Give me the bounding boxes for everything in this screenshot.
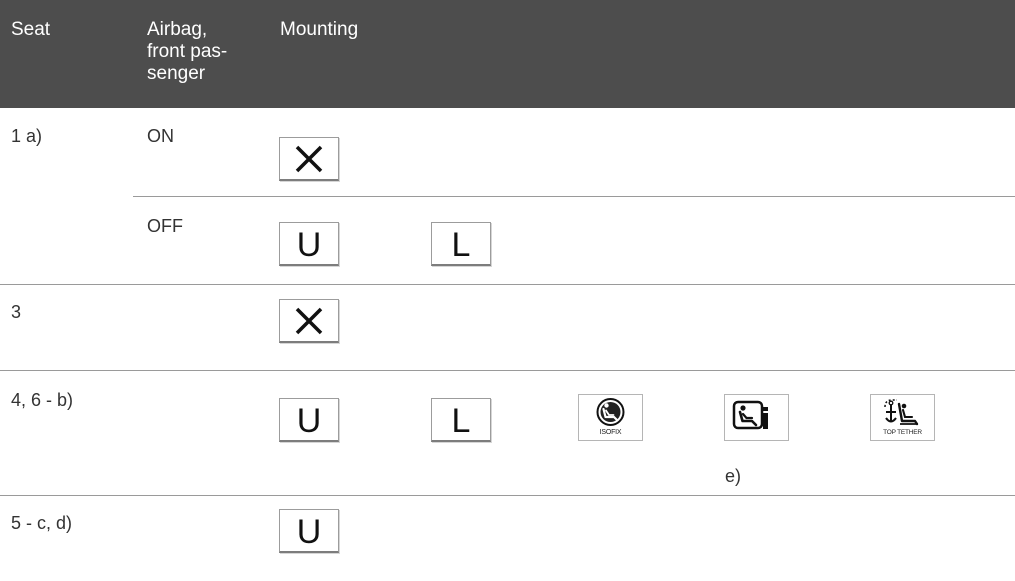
semi-universal-icon: L bbox=[431, 222, 491, 266]
header-seat: Seat bbox=[11, 19, 51, 40]
seat-cell: 5 - c, d) bbox=[11, 513, 73, 533]
semi-universal-letter: L bbox=[451, 226, 471, 264]
header-mounting: Mounting bbox=[280, 19, 359, 40]
seat-cell: 4, 6 - b) bbox=[11, 390, 74, 410]
row-divider bbox=[133, 196, 1015, 197]
header-airbag-line-1: Airbag, bbox=[147, 19, 208, 40]
isofix-icon: ISOFIX bbox=[578, 394, 643, 441]
airbag-cell: OFF bbox=[147, 216, 183, 236]
table-header: Seat Airbag, front pas- senger Mounting bbox=[0, 0, 1015, 108]
seat-cell: 1 a) bbox=[11, 126, 43, 146]
semi-universal-letter: L bbox=[451, 402, 471, 440]
i-size-icon bbox=[724, 394, 789, 441]
footnote-e: e) bbox=[725, 466, 742, 486]
universal-icon: U bbox=[279, 398, 339, 442]
row-divider bbox=[0, 370, 1015, 371]
universal-icon: U bbox=[279, 222, 339, 266]
header-airbag-line-3: senger bbox=[147, 63, 206, 84]
not-permitted-icon bbox=[279, 299, 339, 343]
top-tether-label: TOP TETHER bbox=[883, 429, 922, 436]
row-divider bbox=[0, 495, 1015, 496]
seat-cell: 3 bbox=[11, 302, 22, 322]
universal-icon: U bbox=[279, 509, 339, 553]
airbag-cell: ON bbox=[147, 126, 174, 146]
top-tether-icon: TOP TETHER bbox=[870, 394, 935, 441]
semi-universal-icon: L bbox=[431, 398, 491, 442]
header-airbag: Airbag, front pas- senger bbox=[147, 19, 227, 85]
row-divider bbox=[0, 284, 1015, 285]
universal-letter: U bbox=[296, 513, 322, 551]
universal-letter: U bbox=[296, 402, 322, 440]
universal-letter: U bbox=[296, 226, 322, 264]
not-permitted-icon bbox=[279, 137, 339, 181]
header-airbag-line-2: front pas- bbox=[147, 41, 228, 62]
isofix-label: ISOFIX bbox=[599, 429, 622, 436]
